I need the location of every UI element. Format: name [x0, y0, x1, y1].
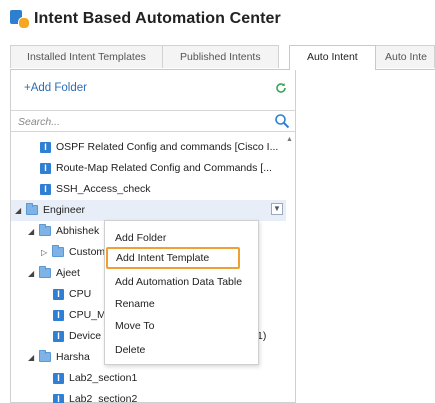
tree-item-label: Abhishek	[56, 225, 100, 237]
menu-item-add-folder[interactable]: Add Folder	[107, 227, 257, 249]
collapse-arrow-icon[interactable]: ◢	[28, 347, 34, 368]
folder-icon	[39, 266, 51, 278]
app-window: Intent Based Automation Center Installed…	[0, 0, 435, 403]
menu-item-rename[interactable]: Rename	[107, 293, 257, 315]
intent-template-icon: I	[53, 310, 64, 321]
intent-template-icon: I	[53, 373, 64, 384]
add-folder-link[interactable]: +Add Folder	[24, 82, 87, 94]
tree-item-ospf[interactable]: I OSPF Related Config and commands [Cisc…	[11, 137, 286, 158]
intent-template-icon: I	[53, 289, 64, 300]
tree-item-label: Lab2_section2	[69, 393, 138, 403]
search-box	[11, 110, 295, 132]
expand-arrow-icon[interactable]: ▷	[41, 242, 47, 263]
menu-item-add-automation-data-table[interactable]: Add Automation Data Table	[107, 271, 257, 293]
tree-item-route-map[interactable]: I Route-Map Related Config and Commands …	[11, 158, 286, 179]
search-icon[interactable]	[274, 113, 290, 129]
intent-template-icon: I	[53, 331, 64, 342]
folder-icon	[26, 203, 38, 215]
tree-item-label: Engineer	[43, 204, 86, 216]
collapse-arrow-icon[interactable]: ◢	[15, 200, 21, 221]
menu-item-add-intent-template[interactable]: Add Intent Template	[106, 247, 240, 269]
tab-auto-intent-truncated[interactable]: Auto Inte	[375, 45, 435, 68]
folder-icon	[39, 350, 51, 362]
tree-item-label: Ajeet	[56, 267, 80, 279]
folder-icon	[52, 245, 64, 257]
tree-item-lab2-section2[interactable]: I Lab2_section2	[11, 389, 286, 403]
search-input[interactable]	[16, 112, 270, 132]
tree-item-label: CPU	[69, 288, 92, 300]
context-menu: Add Folder Add Intent Template Add Autom…	[104, 220, 259, 365]
chevron-down-icon[interactable]: ▼	[271, 203, 283, 215]
tree-item-ssh-access-check[interactable]: I SSH_Access_check	[11, 179, 286, 200]
refresh-icon[interactable]	[275, 82, 287, 94]
collapse-arrow-icon[interactable]: ◢	[28, 221, 34, 242]
menu-item-delete[interactable]: Delete	[107, 339, 257, 361]
scroll-up-arrow-icon[interactable]: ▲	[286, 136, 293, 143]
tab-installed-intent-templates[interactable]: Installed Intent Templates	[10, 45, 163, 68]
tree-folder-engineer[interactable]: ◢ Engineer ▼	[11, 200, 286, 221]
tree-item-lab2-section1[interactable]: I Lab2_section1	[11, 368, 286, 389]
title-bar: Intent Based Automation Center	[10, 8, 281, 30]
page-title: Intent Based Automation Center	[34, 10, 281, 27]
tree-scrollbar[interactable]: ▲	[285, 134, 294, 402]
tab-bar: Installed Intent Templates Published Int…	[10, 45, 435, 70]
tree-item-label: Route-Map Related Config and Commands [.…	[56, 162, 272, 174]
tab-published-intents[interactable]: Published Intents	[162, 45, 279, 68]
intent-template-icon: I	[40, 184, 51, 195]
intent-template-icon: I	[40, 142, 51, 153]
tree-item-label: SSH_Access_check	[56, 183, 151, 195]
tree-item-label: Custom	[69, 246, 106, 258]
collapse-arrow-icon[interactable]: ◢	[28, 263, 34, 284]
tree-item-label: Lab2_section1	[69, 372, 138, 384]
tab-auto-intent[interactable]: Auto Intent	[288, 45, 376, 70]
intent-template-icon: I	[53, 394, 64, 403]
tree-item-label: OSPF Related Config and commands [Cisco …	[56, 141, 279, 153]
intent-template-icon: I	[40, 163, 51, 174]
folder-icon	[39, 224, 51, 236]
tree-item-label: Device	[69, 330, 102, 342]
app-logo-icon	[10, 10, 30, 29]
menu-item-move-to[interactable]: Move To	[107, 315, 257, 337]
tree-item-label: CPU_M	[69, 309, 106, 321]
tree-item-label: Harsha	[56, 351, 90, 363]
